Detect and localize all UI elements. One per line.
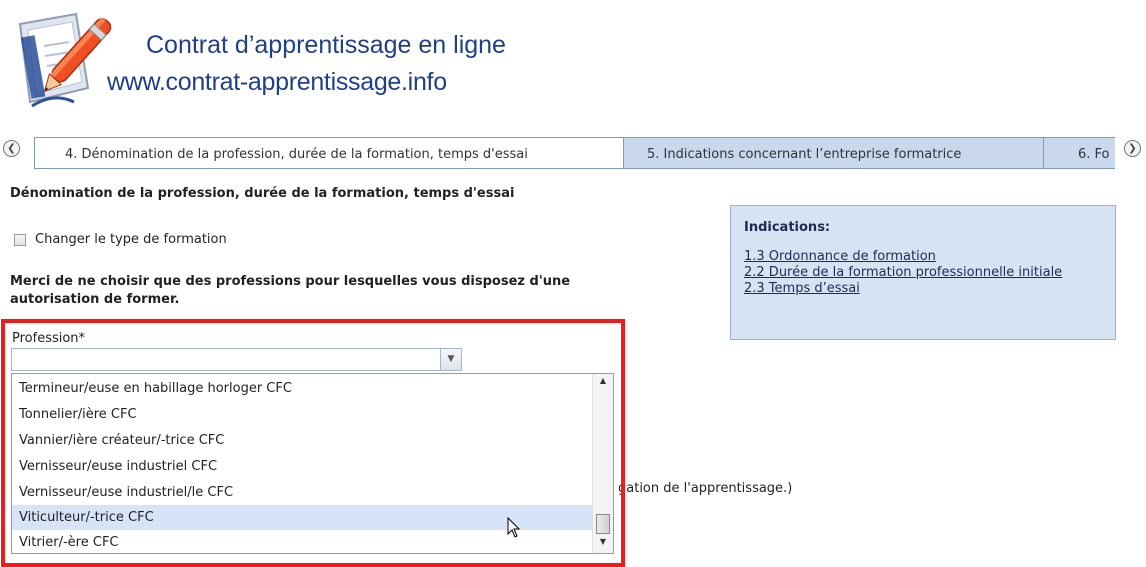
profession-dropdown-list[interactable]: Termineur/euse en habillage horloger CFC… (11, 373, 614, 554)
profession-label: Profession* (12, 331, 86, 346)
scroll-thumb[interactable] (596, 514, 610, 534)
tabs: 4. Dénomination de la profession, durée … (34, 137, 1115, 169)
list-item[interactable]: Vernisseur/euse industriel CFC (12, 454, 592, 479)
tab-bar: ❮ 4. Dénomination de la profession, duré… (0, 137, 1146, 169)
list-item[interactable]: Vannier/ière créateur/-trice CFC (12, 428, 592, 453)
list-item[interactable]: Vernisseur/euse industriel/le CFC (12, 480, 592, 505)
pen-document-icon (18, 12, 112, 108)
tab-6[interactable]: 6. Fo (1043, 137, 1115, 168)
indications-box: Indications: 1.3 Ordonnance de formation… (730, 205, 1116, 340)
profession-note: Merci de ne choisir que des professions … (10, 274, 571, 307)
background-text: gation de l'apprentissage.) (618, 481, 793, 496)
section-title: Dénomination de la profession, durée de … (10, 186, 515, 201)
site-url: www.contrat-apprentissage.info (107, 68, 447, 96)
indications-title: Indications: (744, 220, 831, 235)
tab-profession[interactable]: 4. Dénomination de la profession, durée … (34, 137, 624, 168)
scroll-down-icon[interactable]: ▼ (593, 537, 613, 551)
chevron-down-icon[interactable]: ▼ (440, 349, 461, 370)
list-item[interactable]: Termineur/euse en habillage horloger CFC (12, 376, 592, 401)
scroll-up-icon[interactable]: ▲ (593, 376, 613, 390)
dropdown-scrollbar[interactable]: ▲ ▼ (592, 374, 613, 553)
link-ordonnance[interactable]: 1.3 Ordonnance de formation (744, 249, 1102, 265)
list-item[interactable]: Tonnelier/ière CFC (12, 402, 592, 427)
site-title: Contrat d’apprentissage en ligne (146, 31, 506, 59)
profession-select[interactable]: ▼ (11, 348, 462, 371)
change-type-checkbox[interactable] (14, 233, 26, 246)
tab-entreprise[interactable]: 5. Indications concernant l’entreprise f… (623, 137, 1044, 168)
change-type-checkbox-row[interactable]: Changer le type de formation (14, 232, 227, 247)
link-duree[interactable]: 2.2 Durée de la formation professionnell… (744, 265, 1102, 281)
chevron-left-circle-icon[interactable]: ❮ (3, 140, 20, 157)
change-type-label: Changer le type de formation (35, 232, 227, 247)
list-item[interactable]: Vitrier/-ère CFC (12, 530, 592, 553)
chevron-right-circle-icon[interactable]: ❯ (1124, 140, 1141, 157)
list-item-highlighted[interactable]: Viticulteur/-trice CFC (12, 505, 592, 530)
link-temps-essai[interactable]: 2.3 Temps d’essai (744, 281, 1102, 297)
mouse-cursor-icon (507, 517, 521, 538)
